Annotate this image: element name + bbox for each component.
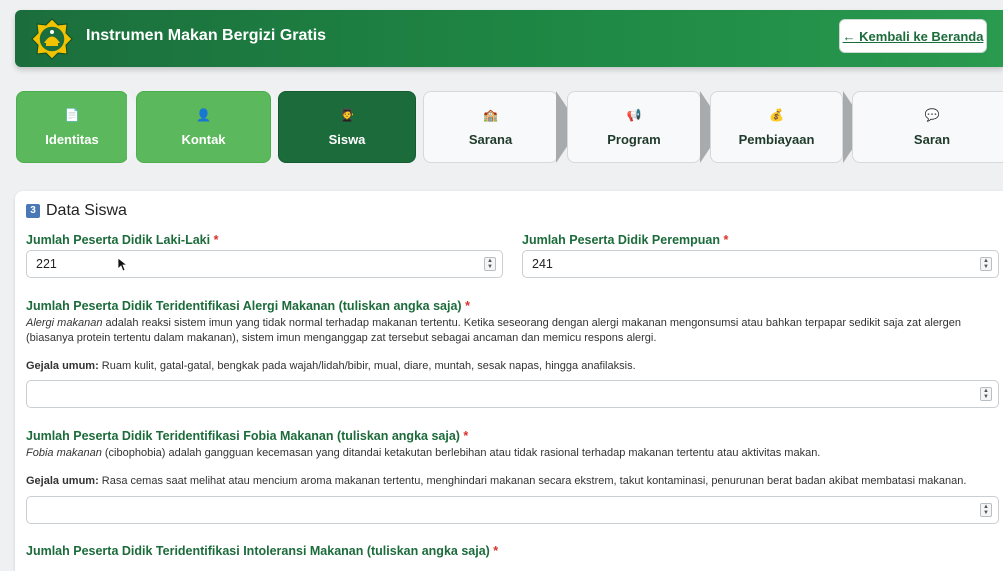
step-sarana[interactable]: 🏫 Sarana (423, 91, 558, 163)
allergy-symptoms: Gejala umum: Ruam kulit, gatal-gatal, be… (26, 360, 636, 372)
female-students-label: Jumlah Peserta Didik Perempuan * (522, 233, 729, 247)
person-icon: 👤 (196, 107, 211, 122)
number-spinner[interactable]: ▲ ▼ (484, 257, 496, 271)
step-label: Program (607, 131, 661, 147)
step-siswa[interactable]: 🧑‍🎓 Siswa (278, 91, 416, 163)
step-label: Identitas (45, 131, 99, 147)
phobia-description: Fobia makanan (cibophobia) adalah ganggu… (26, 447, 821, 459)
form-card: 3 Data Siswa Jumlah Peserta Didik Laki-L… (15, 191, 1003, 571)
intolerance-label: Jumlah Peserta Didik Teridentifikasi Int… (26, 544, 499, 558)
phobia-input[interactable]: ▲ ▼ (26, 496, 999, 524)
mouse-cursor-icon (118, 258, 128, 272)
number-spinner[interactable]: ▲ ▼ (980, 257, 992, 271)
allergy-label: Jumlah Peserta Didik Teridentifikasi Ale… (26, 299, 470, 313)
app-title: Instrumen Makan Bergizi Gratis (86, 27, 327, 44)
step-saran[interactable]: 💬 Saran (852, 91, 1003, 163)
document-icon: 📄 (64, 107, 80, 122)
number-spinner[interactable]: ▲ ▼ (980, 503, 992, 517)
step-pembiayaan[interactable]: 💰 Pembiayaan (710, 91, 843, 163)
step-label: Kontak (181, 131, 226, 147)
step-label: Sarana (468, 131, 513, 147)
section-title-text: Data Siswa (46, 202, 127, 219)
step-label: Saran (913, 131, 951, 147)
section-title: 3 Data Siswa (26, 202, 127, 220)
section-number-badge: 3 (26, 204, 40, 218)
step-kontak[interactable]: 👤 Kontak (136, 91, 271, 163)
number-spinner[interactable]: ▲ ▼ (980, 387, 992, 401)
step-label: Pembiayaan (738, 131, 815, 147)
allergy-description: Alergi makanan adalah reaksi sistem imun… (26, 317, 961, 344)
allergy-input[interactable]: ▲ ▼ (26, 380, 999, 408)
male-students-label: Jumlah Peserta Didik Laki-Laki * (26, 233, 219, 247)
step-label: Siswa (328, 131, 366, 147)
app-header: Instrumen Makan Bergizi Gratis ← Kembali… (15, 10, 1003, 67)
form-stepper: 📄 Identitas 👤 Kontak 🧑‍🎓 Siswa 🏫 Sarana … (15, 91, 1003, 163)
phobia-label: Jumlah Peserta Didik Teridentifikasi Fob… (26, 429, 469, 443)
male-students-input[interactable]: 221 ▲ ▼ (26, 250, 503, 278)
ministry-logo (31, 18, 73, 60)
phobia-symptoms: Gejala umum: Rasa cemas saat melihat ata… (26, 475, 967, 487)
school-icon: 🏫 (483, 107, 498, 122)
female-students-input[interactable]: 241 ▲ ▼ (522, 250, 999, 278)
back-to-home-button[interactable]: ← Kembali ke Beranda (839, 19, 987, 53)
speech-bubble-icon: 💬 (924, 107, 940, 122)
megaphone-icon: 📢 (626, 107, 642, 122)
money-bag-icon: 💰 (769, 107, 784, 122)
step-identitas[interactable]: 📄 Identitas (16, 91, 128, 163)
step-program[interactable]: 📢 Program (567, 91, 701, 163)
graduate-icon: 🧑‍🎓 (339, 107, 355, 122)
